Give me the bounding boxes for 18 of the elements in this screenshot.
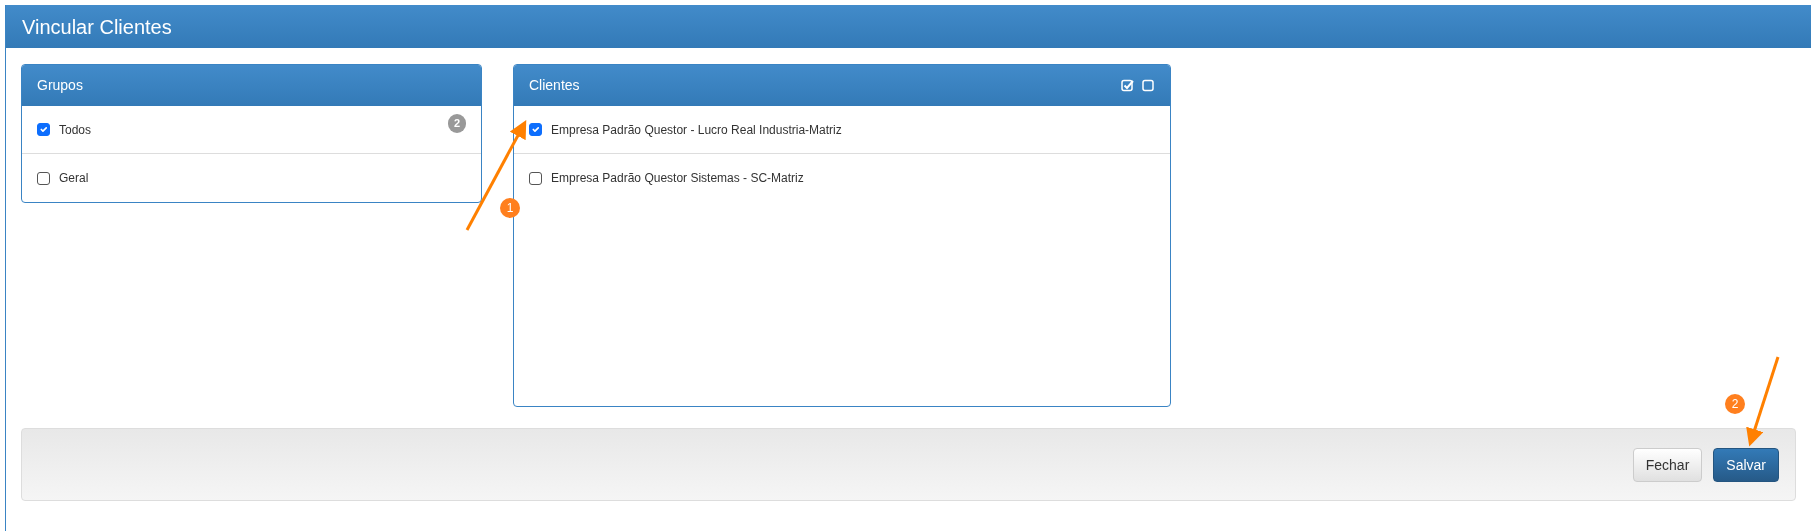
checkbox[interactable] xyxy=(37,123,50,136)
checkbox[interactable] xyxy=(37,171,50,185)
checked-box-icon[interactable] xyxy=(1121,79,1134,92)
count-badge: 2 xyxy=(447,114,466,133)
panel-title: Grupos xyxy=(37,76,83,95)
empty-box-icon[interactable] xyxy=(1142,79,1155,92)
step-marker: 2 xyxy=(1725,394,1745,414)
save-button[interactable]: Salvar xyxy=(1713,447,1779,482)
item-label: Todos xyxy=(59,121,92,139)
item-label: Geral xyxy=(59,170,89,187)
step-marker: 1 xyxy=(500,198,520,218)
item-label: Empresa Padrão Questor - Lucro Real Industria-Matriz xyxy=(551,121,842,139)
item-label: Empresa Padrão Questor Sistemas - SC-Matriz xyxy=(551,170,804,187)
checkbox[interactable] xyxy=(529,123,542,136)
window-title: Vincular Clientes xyxy=(22,14,172,40)
checkbox[interactable] xyxy=(529,171,542,185)
close-button[interactable]: Fechar xyxy=(1632,447,1703,482)
panel-title: Clientes xyxy=(529,76,581,95)
